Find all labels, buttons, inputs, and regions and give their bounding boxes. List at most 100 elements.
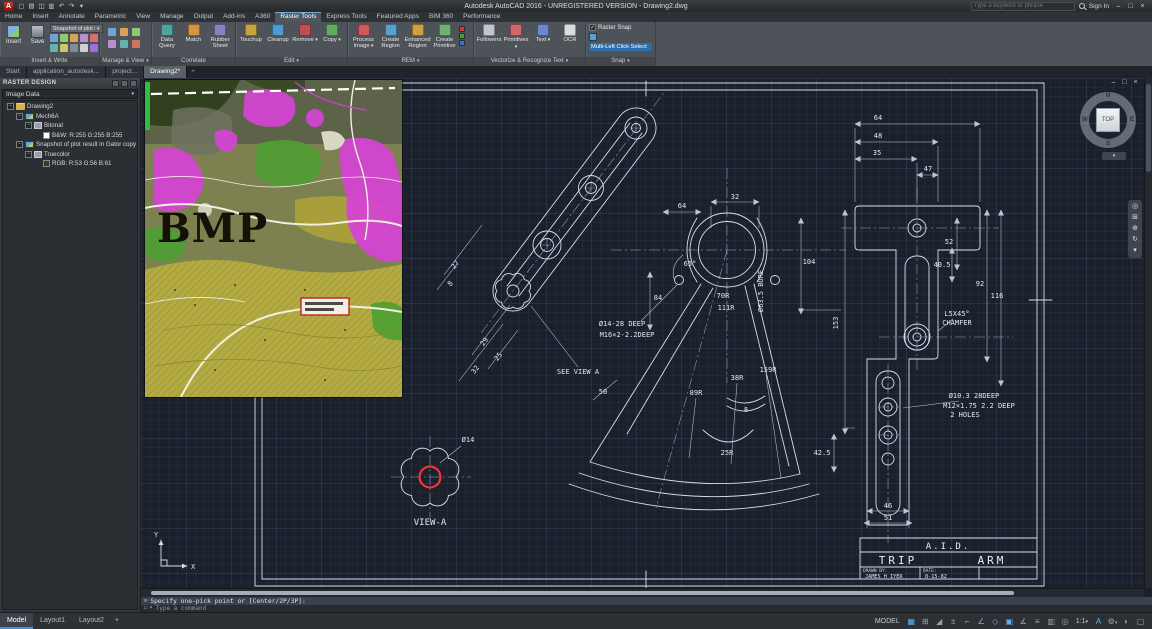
raster-tool-icon[interactable] <box>90 44 98 52</box>
tree-item[interactable]: -Snapshot of plot result in Gator copy <box>3 140 137 150</box>
ribbon-button[interactable]: Match <box>181 23 207 43</box>
redo-icon[interactable]: ↷ <box>67 1 76 12</box>
inserted-raster-image[interactable]: BMP <box>145 80 402 397</box>
raster-tool-icon[interactable] <box>50 34 58 42</box>
ribbon-button[interactable]: Text ▾ <box>530 23 556 44</box>
ribbon-tab[interactable]: View <box>131 12 155 22</box>
ribbon-tab[interactable]: Annotate <box>54 12 90 22</box>
zoom-icon[interactable]: ⊕ <box>1132 224 1138 234</box>
grid-icon[interactable]: ▦ <box>905 615 918 628</box>
selection-cycling-icon[interactable]: ◎ <box>1059 615 1072 628</box>
navigation-wheel-icon[interactable]: ◎ <box>1132 202 1138 212</box>
viewcube-south[interactable]: S <box>1106 141 1110 147</box>
tree-expander[interactable]: - <box>7 103 14 110</box>
ribbon-button[interactable]: Rubber Sheet <box>207 23 233 50</box>
navigation-bar[interactable]: ◎⊞⊕↻▾ <box>1128 200 1142 258</box>
minimize-window-icon[interactable]: – <box>1113 1 1124 12</box>
isolate-objects-icon[interactable]: ◐ <box>1120 615 1133 628</box>
ribbon-tab[interactable]: Home <box>0 12 27 22</box>
horizontal-scrollbar-thumb[interactable] <box>151 591 1014 595</box>
close-window-icon[interactable]: × <box>1137 1 1148 12</box>
ribbon-tab[interactable]: Raster Tools <box>275 12 321 22</box>
panel-label-snap[interactable]: Snap ▾ <box>586 57 655 66</box>
search-input[interactable] <box>971 2 1075 11</box>
annotation-visibility-icon[interactable]: A <box>1092 615 1105 628</box>
navbar-menu-icon[interactable]: ▾ <box>1133 246 1137 256</box>
ribbon-tab[interactable]: A360 <box>250 12 275 22</box>
ribbon-button[interactable]: Data Query <box>154 23 180 50</box>
model-space[interactable]: 278292532643265°8470R111RØ63.5 BORE104Ø1… <box>141 78 1144 588</box>
multi-left-click-select-button[interactable]: Multi-Left Click Select <box>589 43 652 51</box>
plot-icon[interactable]: ▥ <box>47 1 56 12</box>
ribbon-button[interactable]: Copy ▾ <box>319 23 345 44</box>
drawing-canvas[interactable]: 278292532643265°8470R111RØ63.5 BORE104Ø1… <box>141 78 1152 597</box>
clean-screen-icon[interactable]: ▢ <box>1134 615 1147 628</box>
ribbon-tab[interactable]: Add-ins <box>218 12 250 22</box>
file-tab[interactable]: Start <box>0 65 27 78</box>
viewcube-north[interactable]: N <box>1106 93 1110 99</box>
raster-snap-toggle[interactable]: ✓ Raster Snap <box>589 24 652 31</box>
ribbon-button[interactable]: Process Image ▾ <box>350 23 377 50</box>
space-tab[interactable]: Layout2 <box>72 613 111 629</box>
tree-item[interactable]: -Mech6A <box>3 112 137 122</box>
tree-item[interactable]: -Truecolor <box>3 150 137 160</box>
raster-tool-icon[interactable] <box>80 44 88 52</box>
save-file-icon[interactable]: ◫ <box>37 1 46 12</box>
view-tool-icon[interactable] <box>132 28 140 36</box>
blue-swatch-icon[interactable] <box>459 40 465 46</box>
app-icon[interactable]: A <box>4 2 13 11</box>
raster-tool-icon[interactable] <box>60 44 68 52</box>
workspace-icon[interactable]: ⚙▾ <box>1106 615 1119 628</box>
ribbon-button[interactable]: OCR <box>557 23 583 43</box>
infer-constraints-icon[interactable]: ◢ <box>933 615 946 628</box>
add-layout-button[interactable]: + <box>111 613 123 629</box>
tree-expander[interactable]: - <box>16 141 23 148</box>
view-tool-icon[interactable] <box>108 28 116 36</box>
ribbon-tab[interactable]: Output <box>189 12 219 22</box>
ribbon-tab[interactable]: Parametric <box>90 12 131 22</box>
new-drawing-tab-button[interactable]: + <box>187 66 199 78</box>
panel-label-manage-view[interactable]: Manage & View ▾ <box>100 57 151 66</box>
sign-in-button[interactable]: Sign In <box>1089 3 1109 10</box>
palette-properties-icon[interactable] <box>121 80 128 87</box>
ribbon-tab[interactable]: Performance <box>458 12 505 22</box>
maximize-window-icon[interactable]: □ <box>1125 1 1136 12</box>
search-icon[interactable] <box>1079 3 1085 9</box>
orbit-icon[interactable]: ↻ <box>1132 235 1138 245</box>
tree-expander[interactable]: - <box>16 113 23 120</box>
save-button[interactable]: Save <box>26 23 49 56</box>
ribbon-button[interactable]: Touchup <box>238 23 264 43</box>
panel-label-edit[interactable]: Edit ▾ <box>236 57 347 66</box>
lineweight-icon[interactable]: ≡ <box>1031 615 1044 628</box>
red-swatch-icon[interactable] <box>459 26 465 32</box>
ribbon-button[interactable]: Enhanced Region <box>404 23 431 50</box>
green-swatch-icon[interactable] <box>459 33 465 39</box>
snap-mode-icon[interactable]: ⊞ <box>919 615 932 628</box>
tree-item[interactable]: -Bitonal <box>3 121 137 131</box>
raster-tool-icon[interactable] <box>60 34 68 42</box>
ribbon-tab[interactable]: Manage <box>155 12 189 22</box>
image-select-dropdown[interactable]: Snapshot of plot re... ▾ <box>50 24 103 33</box>
quick-access-menu-icon[interactable]: ▾ <box>77 1 86 12</box>
image-data-dropdown[interactable]: Image Data ▾ <box>2 89 138 99</box>
snap-settings-icon[interactable] <box>589 33 597 41</box>
raster-tool-icon[interactable] <box>70 44 78 52</box>
ribbon-button[interactable]: Followers <box>476 23 502 43</box>
ribbon-button[interactable]: Cleanup <box>265 23 291 43</box>
annotation-scale-label[interactable]: 1:1▾ <box>1073 615 1091 628</box>
view-tool-icon[interactable] <box>108 40 116 48</box>
view-tool-icon[interactable] <box>132 40 140 48</box>
ribbon-button[interactable]: Create Region <box>377 23 404 50</box>
restore-drawing-icon[interactable]: □ <box>1120 79 1129 86</box>
tree-item[interactable]: RGB: R:53 G:56 B:61 <box>3 159 137 169</box>
ribbon-tab[interactable]: Insert <box>27 12 53 22</box>
minimize-drawing-icon[interactable]: – <box>1109 79 1118 86</box>
panel-label-insert-write[interactable]: Insert & Write <box>0 57 99 66</box>
panel-label-vectorize[interactable]: Vectorize & Recognize Text ▾ <box>474 57 585 66</box>
ortho-icon[interactable]: ⌐ <box>961 615 974 628</box>
model-indicator[interactable]: MODEL <box>875 618 900 625</box>
command-prompt-bar[interactable]: ⚙ Specify one-pick point or [Center/2P/3… <box>141 597 1152 605</box>
dynamic-input-icon[interactable]: ± <box>947 615 960 628</box>
isodraft-icon[interactable]: ◇ <box>989 615 1002 628</box>
keyboard-icon[interactable]: ▭ <box>144 605 147 612</box>
